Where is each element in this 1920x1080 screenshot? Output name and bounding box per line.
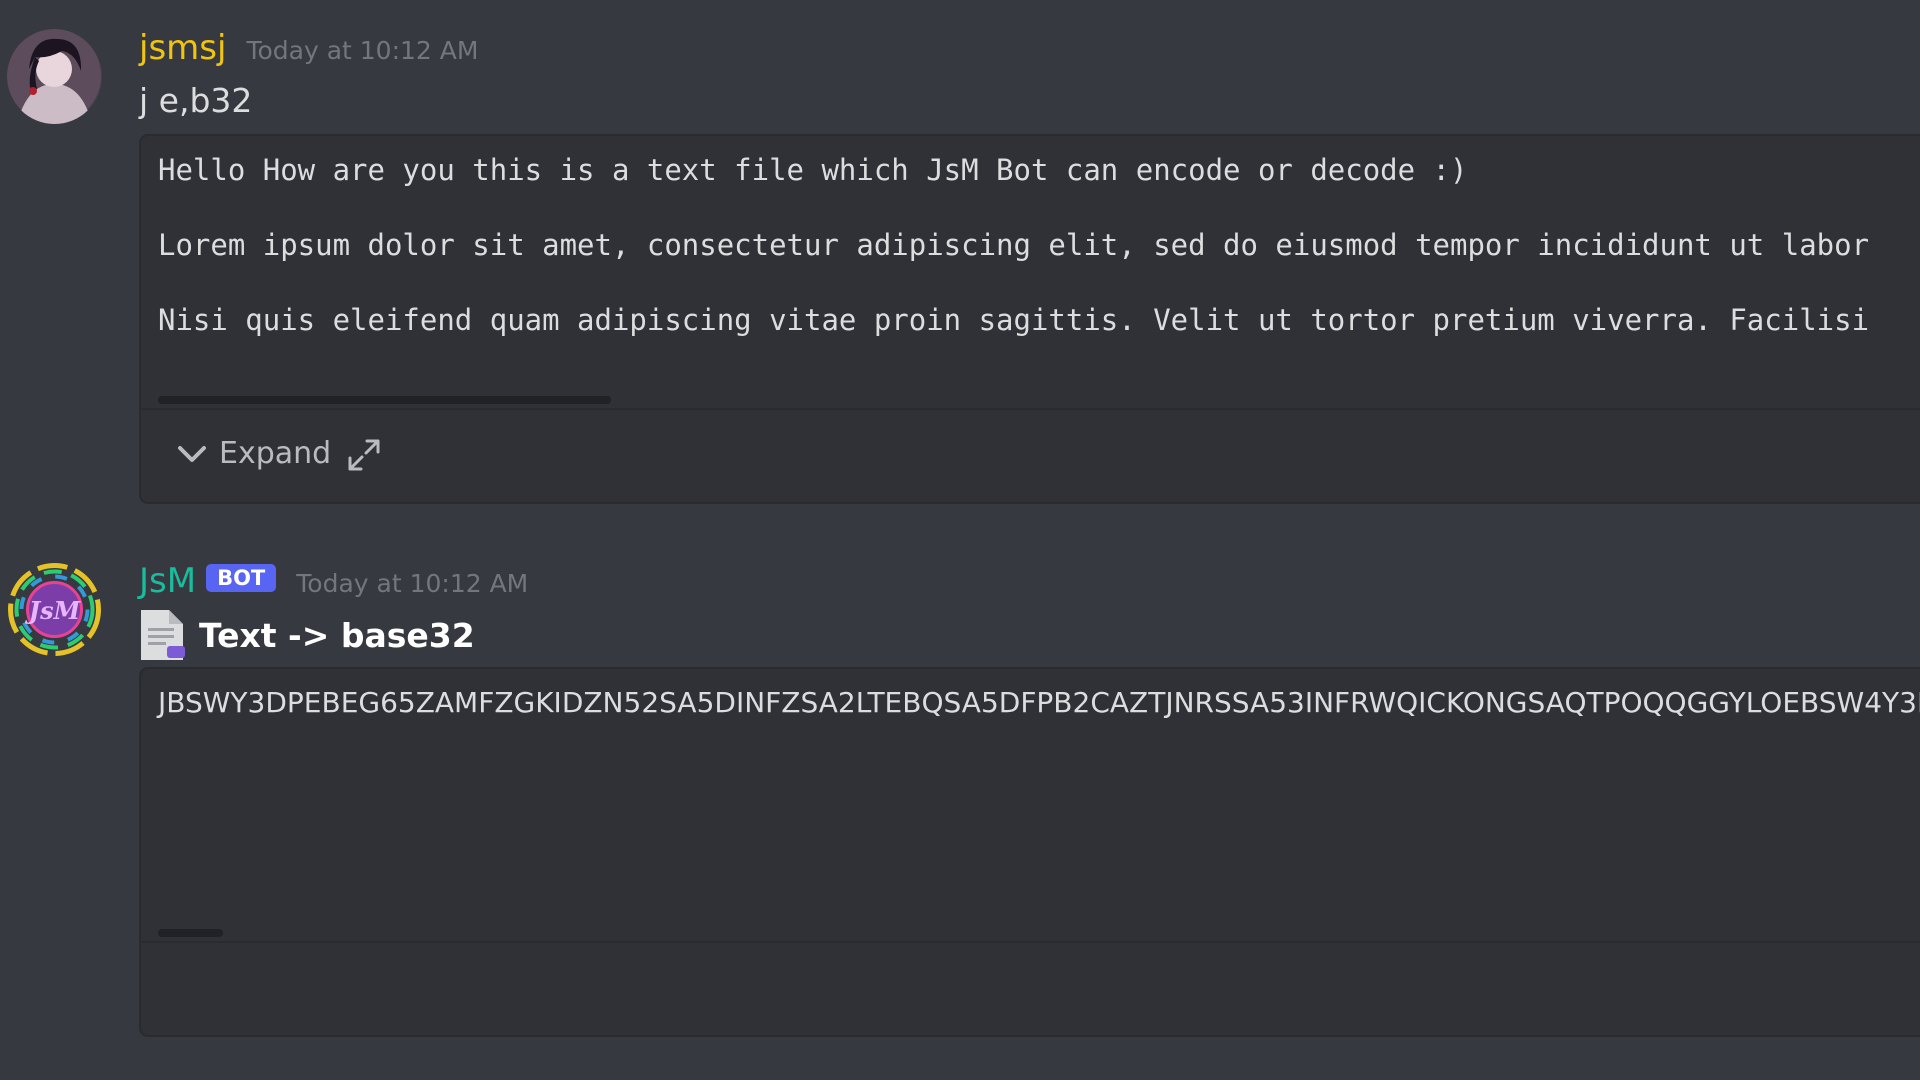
expand-button[interactable]: Expand	[177, 436, 331, 471]
maximize-icon	[348, 439, 380, 471]
file-preview: Hello How are you this is a text file wh…	[141, 136, 1920, 337]
username[interactable]: jsmsj	[139, 28, 226, 68]
file-line: Hello How are you this is a text file wh…	[158, 153, 1468, 187]
horizontal-scrollbar[interactable]	[158, 929, 223, 937]
file-line: Lorem ipsum dolor sit amet, consectetur …	[158, 228, 1870, 262]
text-file-attachment: JBSWY3DPEBEG65ZAMFZGKIDZN52SA5DINFZSA2LT…	[139, 667, 1920, 1037]
file-footer	[141, 941, 1920, 1035]
message-header: jsmsj Today at 10:12 AM	[139, 28, 478, 68]
svg-text:JsM: JsM	[25, 596, 82, 625]
file-preview: JBSWY3DPEBEG65ZAMFZGKIDZN52SA5DINFZSA2LT…	[141, 669, 1920, 771]
chevron-down-icon	[178, 445, 206, 462]
expand-label: Expand	[219, 436, 332, 471]
fullscreen-button[interactable]	[347, 438, 381, 476]
message-text: j e,b32	[139, 81, 253, 120]
file-footer: Expand	[141, 408, 1920, 502]
text-file-attachment: Hello How are you this is a text file wh…	[139, 134, 1920, 504]
chat-messages: jsmsj Today at 10:12 AM j e,b32 Hello Ho…	[0, 0, 1920, 1080]
username[interactable]: JsM	[139, 561, 196, 601]
timestamp: Today at 10:12 AM	[246, 36, 479, 65]
embed-title: Text -> base32	[199, 615, 475, 655]
timestamp: Today at 10:12 AM	[296, 569, 529, 598]
bot-tag: BOT	[206, 564, 277, 592]
message-header: JsM BOT Today at 10:12 AM	[139, 561, 528, 601]
bot-avatar[interactable]: JsM	[7, 562, 102, 657]
file-icon	[141, 610, 185, 660]
user-avatar[interactable]	[7, 29, 102, 124]
file-line: JBSWY3DPEBEG65ZAMFZGKIDZN52SA5DINFZSA2LT…	[158, 686, 1920, 719]
horizontal-scrollbar[interactable]	[158, 396, 611, 404]
file-line: Nisi quis eleifend quam adipiscing vitae…	[158, 303, 1870, 337]
embed-title-row: Text -> base32	[139, 608, 475, 662]
